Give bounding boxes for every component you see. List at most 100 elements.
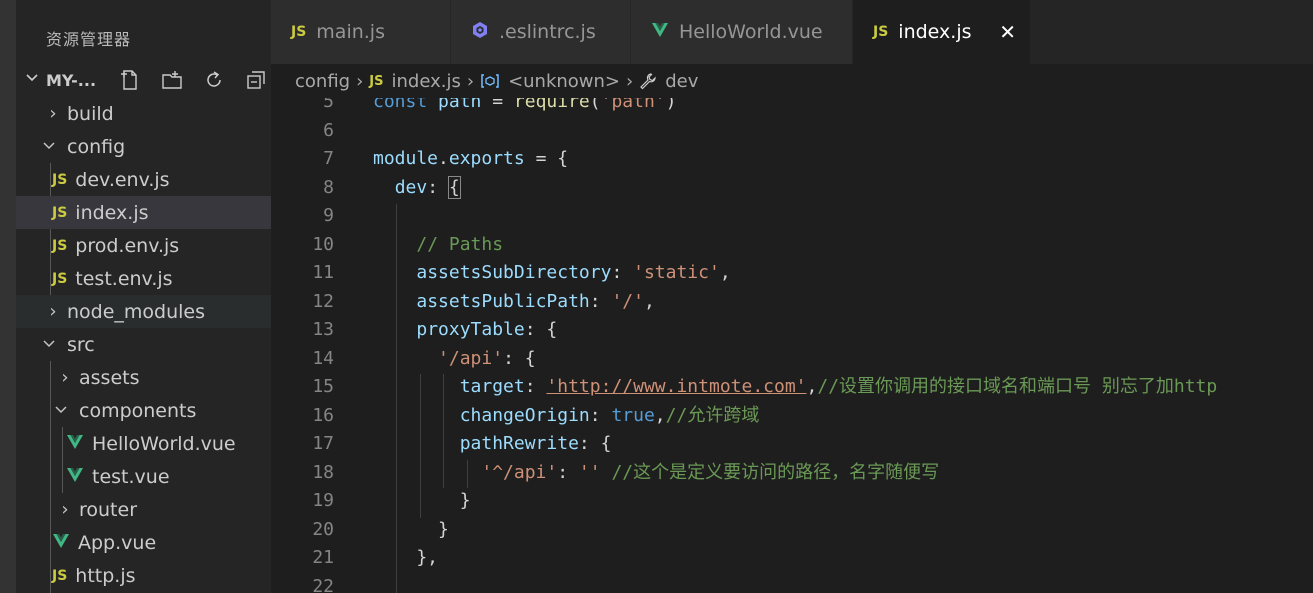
code-token: '^/api' bbox=[481, 461, 558, 483]
code-token: : bbox=[589, 290, 612, 312]
js-file-icon: JS bbox=[873, 24, 889, 40]
line-number: 16 bbox=[312, 404, 334, 426]
js-file-icon: JS bbox=[369, 73, 384, 89]
breadcrumb-file[interactable]: index.js bbox=[392, 71, 461, 92]
code-text: proxyTable: { bbox=[373, 316, 557, 345]
line-number: 7 bbox=[323, 148, 334, 169]
editor-tab-bar: JS main.js .eslintrc.js HelloWorld.vue J… bbox=[271, 0, 1313, 64]
code-line: 6 bbox=[271, 117, 1313, 146]
tree-file-http-js[interactable]: JS http.js bbox=[16, 559, 271, 592]
code-token: : { bbox=[578, 433, 612, 454]
collapse-all-icon[interactable] bbox=[238, 67, 271, 93]
tree-file-test-env-js[interactable]: JS test.env.js bbox=[16, 262, 271, 295]
code-token: exports bbox=[448, 148, 525, 169]
code-token: proxyTable bbox=[416, 319, 525, 340]
tree-file-app-vue[interactable]: App.vue bbox=[16, 526, 271, 559]
line-number: 20 bbox=[312, 518, 334, 540]
tree-file-index-js[interactable]: JS index.js bbox=[16, 196, 271, 229]
code-line: 19 } bbox=[271, 487, 1313, 516]
tree-file-dev-env-js[interactable]: JS dev.env.js bbox=[16, 163, 271, 196]
code-text: }, bbox=[373, 544, 438, 573]
wrench-icon bbox=[639, 72, 657, 90]
tab-eslintrc-js[interactable]: .eslintrc.js bbox=[451, 0, 631, 64]
code-line: 18 '^/api': '' //这个是定义要访问的路径，名字随便写 bbox=[271, 459, 1313, 488]
code-token: changeOrigin bbox=[459, 404, 590, 426]
explorer-actions bbox=[112, 67, 271, 93]
line-number: 12 bbox=[312, 290, 334, 312]
tree-item-label: router bbox=[79, 498, 138, 521]
tree-folder-src[interactable]: src bbox=[16, 328, 271, 361]
line-number: 17 bbox=[312, 433, 334, 454]
tab-main-js[interactable]: JS main.js bbox=[271, 0, 451, 64]
explorer-sidebar: 资源管理器 MY-... › build config JS dev.env.j… bbox=[16, 0, 271, 593]
tree-item-label: index.js bbox=[75, 201, 149, 224]
tree-item-label: HelloWorld.vue bbox=[92, 432, 236, 455]
close-icon[interactable]: ✕ bbox=[999, 20, 1016, 44]
chevron-right-icon: › bbox=[626, 70, 634, 92]
tree-folder-config[interactable]: config bbox=[16, 130, 271, 163]
tree-item-label: test.env.js bbox=[75, 267, 173, 290]
code-text: assetsSubDirectory: 'static', bbox=[373, 259, 731, 288]
tree-folder-assets[interactable]: › assets bbox=[16, 361, 271, 394]
tree-folder-router[interactable]: › router bbox=[16, 493, 271, 526]
js-file-icon: JS bbox=[52, 567, 68, 584]
code-token: 'static' bbox=[633, 262, 720, 283]
code-token: : { bbox=[524, 319, 558, 340]
tree-folder-node-modules[interactable]: › node_modules bbox=[16, 295, 271, 328]
chevron-right-icon: › bbox=[466, 70, 475, 92]
project-name: MY-... bbox=[46, 71, 97, 90]
code-text: dev: { bbox=[373, 174, 461, 203]
code-line: 21 }, bbox=[271, 544, 1313, 573]
code-token: '' bbox=[578, 461, 601, 483]
code-text: target: 'http://www.intmote.com',//设置你调用… bbox=[373, 373, 1218, 402]
new-folder-icon[interactable] bbox=[154, 67, 190, 93]
chevron-right-icon: › bbox=[356, 70, 364, 92]
tree-file-helloworld-vue[interactable]: HelloWorld.vue bbox=[16, 427, 271, 460]
code-token: ( bbox=[589, 98, 601, 112]
line-number: 8 bbox=[323, 176, 334, 198]
tab-helloworld-vue[interactable]: HelloWorld.vue bbox=[631, 0, 853, 64]
code-token: , bbox=[719, 262, 731, 283]
code-line: 22 bbox=[271, 573, 1313, 593]
tree-item-label: build bbox=[67, 102, 114, 125]
tree-item-label: prod.env.js bbox=[75, 234, 180, 257]
code-token: //这个是定义要访问的路径，名字随便写 bbox=[611, 461, 940, 483]
refresh-icon[interactable] bbox=[196, 67, 232, 93]
code-text: module.exports = { bbox=[373, 145, 568, 174]
line-number: 11 bbox=[312, 262, 334, 283]
breadcrumb-folder[interactable]: config bbox=[295, 71, 350, 92]
js-file-icon: JS bbox=[52, 237, 68, 254]
code-token: : bbox=[524, 376, 547, 397]
code-token: : bbox=[427, 176, 449, 198]
vue-file-icon bbox=[651, 22, 669, 42]
tree-folder-build[interactable]: › build bbox=[16, 97, 271, 130]
tab-label: main.js bbox=[316, 21, 385, 43]
breadcrumb-symbol[interactable]: <unknown> bbox=[508, 71, 620, 92]
breadcrumb-leaf[interactable]: dev bbox=[665, 71, 698, 92]
tree-folder-components[interactable]: components bbox=[16, 394, 271, 427]
code-token: , bbox=[654, 404, 666, 426]
code-token: , bbox=[806, 376, 818, 397]
vue-file-icon bbox=[66, 467, 84, 487]
code-text: pathRewrite: { bbox=[373, 430, 612, 459]
tab-index-js[interactable]: JS index.js ✕ bbox=[853, 0, 1031, 64]
code-line: 14 '/api': { bbox=[271, 345, 1313, 374]
tree-file-test-vue[interactable]: test.vue bbox=[16, 460, 271, 493]
tree-file-prod-env-js[interactable]: JS prod.env.js bbox=[16, 229, 271, 262]
code-line: 5 const path = require('path') bbox=[271, 98, 1313, 117]
line-number: 18 bbox=[312, 461, 334, 483]
code-text: // Paths bbox=[373, 231, 503, 260]
code-token: //允许跨域 bbox=[665, 404, 760, 426]
line-number: 6 bbox=[323, 119, 334, 141]
code-editor[interactable]: 5 const path = require('path') 6 7 module.ex… bbox=[271, 98, 1313, 593]
js-file-icon: JS bbox=[52, 204, 68, 221]
project-header[interactable]: MY-... bbox=[16, 63, 271, 97]
tree-item-label: node_modules bbox=[67, 300, 206, 323]
tree-item-label: assets bbox=[79, 366, 140, 389]
code-text: '^/api': '' //这个是定义要访问的路径，名字随便写 bbox=[373, 459, 939, 488]
line-number: 22 bbox=[312, 575, 334, 593]
new-file-icon[interactable] bbox=[112, 67, 148, 93]
